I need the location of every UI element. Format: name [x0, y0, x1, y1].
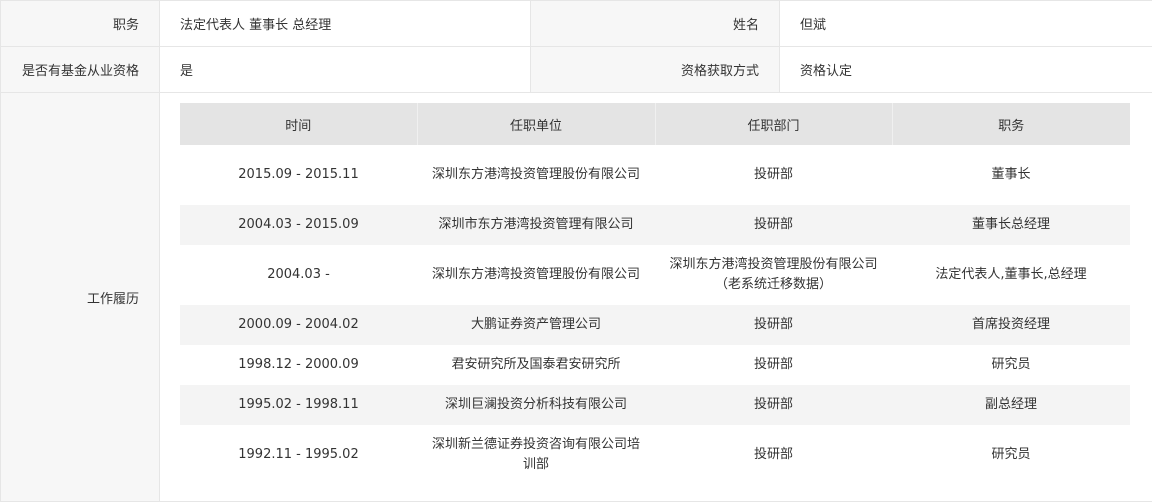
company-cell: 深圳东方港湾投资管理股份有限公司 — [417, 145, 655, 205]
table-row: 2015.09 - 2015.11 深圳东方港湾投资管理股份有限公司 投研部 董… — [180, 145, 1130, 205]
position-label: 职务 — [1, 1, 160, 47]
department-cell: 投研部 — [655, 425, 892, 485]
header-company: 任职单位 — [417, 103, 655, 145]
time-cell: 2004.03 - 2015.09 — [180, 205, 417, 245]
work-history-header-row: 时间 任职单位 任职部门 职务 — [180, 103, 1130, 145]
table-row: 2004.03 - 2015.09 深圳市东方港湾投资管理有限公司 投研部 董事… — [180, 205, 1130, 245]
company-cell: 深圳新兰德证券投资咨询有限公司培训部 — [417, 425, 655, 485]
table-row: 2000.09 - 2004.02 大鹏证券资产管理公司 投研部 首席投资经理 — [180, 305, 1130, 345]
title-cell: 法定代表人,董事长,总经理 — [892, 245, 1130, 305]
time-cell: 2004.03 - — [180, 245, 417, 305]
work-history-label: 工作履历 — [1, 93, 160, 502]
table-row: 1998.12 - 2000.09 君安研究所及国泰君安研究所 投研部 研究员 — [180, 345, 1130, 385]
title-cell: 研究员 — [892, 345, 1130, 385]
qualification-method-value: 资格认定 — [780, 47, 1152, 93]
title-cell: 副总经理 — [892, 385, 1130, 425]
table-row: 1995.02 - 1998.11 深圳巨澜投资分析科技有限公司 投研部 副总经… — [180, 385, 1130, 425]
title-cell: 董事长 — [892, 145, 1130, 205]
work-history-table: 时间 任职单位 任职部门 职务 2015.09 - 2015.11 深圳东方港湾… — [180, 103, 1130, 485]
table-row: 2004.03 - 深圳东方港湾投资管理股份有限公司 深圳东方港湾投资管理股份有… — [180, 245, 1130, 305]
department-cell: 投研部 — [655, 205, 892, 245]
info-row-work-history: 工作履历 时间 任职单位 任职部门 职务 — [1, 93, 1152, 502]
time-cell: 1998.12 - 2000.09 — [180, 345, 417, 385]
time-cell: 2015.09 - 2015.11 — [180, 145, 417, 205]
time-cell: 1992.11 - 1995.02 — [180, 425, 417, 485]
department-cell: 投研部 — [655, 305, 892, 345]
department-cell: 投研部 — [655, 145, 892, 205]
qualification-label: 是否有基金从业资格 — [1, 47, 160, 93]
name-value: 但斌 — [780, 1, 1152, 47]
time-cell: 2000.09 - 2004.02 — [180, 305, 417, 345]
position-value: 法定代表人 董事长 总经理 — [160, 1, 531, 47]
company-cell: 深圳巨澜投资分析科技有限公司 — [417, 385, 655, 425]
department-cell: 投研部 — [655, 385, 892, 425]
qualification-method-label: 资格获取方式 — [531, 47, 780, 93]
company-cell: 大鹏证券资产管理公司 — [417, 305, 655, 345]
table-row: 1992.11 - 1995.02 深圳新兰德证券投资咨询有限公司培训部 投研部… — [180, 425, 1130, 485]
title-cell: 首席投资经理 — [892, 305, 1130, 345]
header-title: 职务 — [892, 103, 1130, 145]
info-row-qualification: 是否有基金从业资格 是 资格获取方式 资格认定 — [1, 47, 1152, 93]
header-time: 时间 — [180, 103, 417, 145]
company-cell: 君安研究所及国泰君安研究所 — [417, 345, 655, 385]
department-cell: 深圳东方港湾投资管理股份有限公司（老系统迁移数据） — [655, 245, 892, 305]
header-department: 任职部门 — [655, 103, 892, 145]
company-cell: 深圳东方港湾投资管理股份有限公司 — [417, 245, 655, 305]
time-cell: 1995.02 - 1998.11 — [180, 385, 417, 425]
qualification-value: 是 — [160, 47, 531, 93]
title-cell: 董事长总经理 — [892, 205, 1130, 245]
department-cell: 投研部 — [655, 345, 892, 385]
company-cell: 深圳市东方港湾投资管理有限公司 — [417, 205, 655, 245]
manager-info-table: 职务 法定代表人 董事长 总经理 姓名 但斌 是否有基金从业资格 是 资格获取方… — [0, 0, 1152, 502]
work-history-cell: 时间 任职单位 任职部门 职务 2015.09 - 2015.11 深圳东方港湾… — [160, 93, 1152, 502]
name-label: 姓名 — [531, 1, 780, 47]
info-row-position: 职务 法定代表人 董事长 总经理 姓名 但斌 — [1, 1, 1152, 47]
title-cell: 研究员 — [892, 425, 1130, 485]
